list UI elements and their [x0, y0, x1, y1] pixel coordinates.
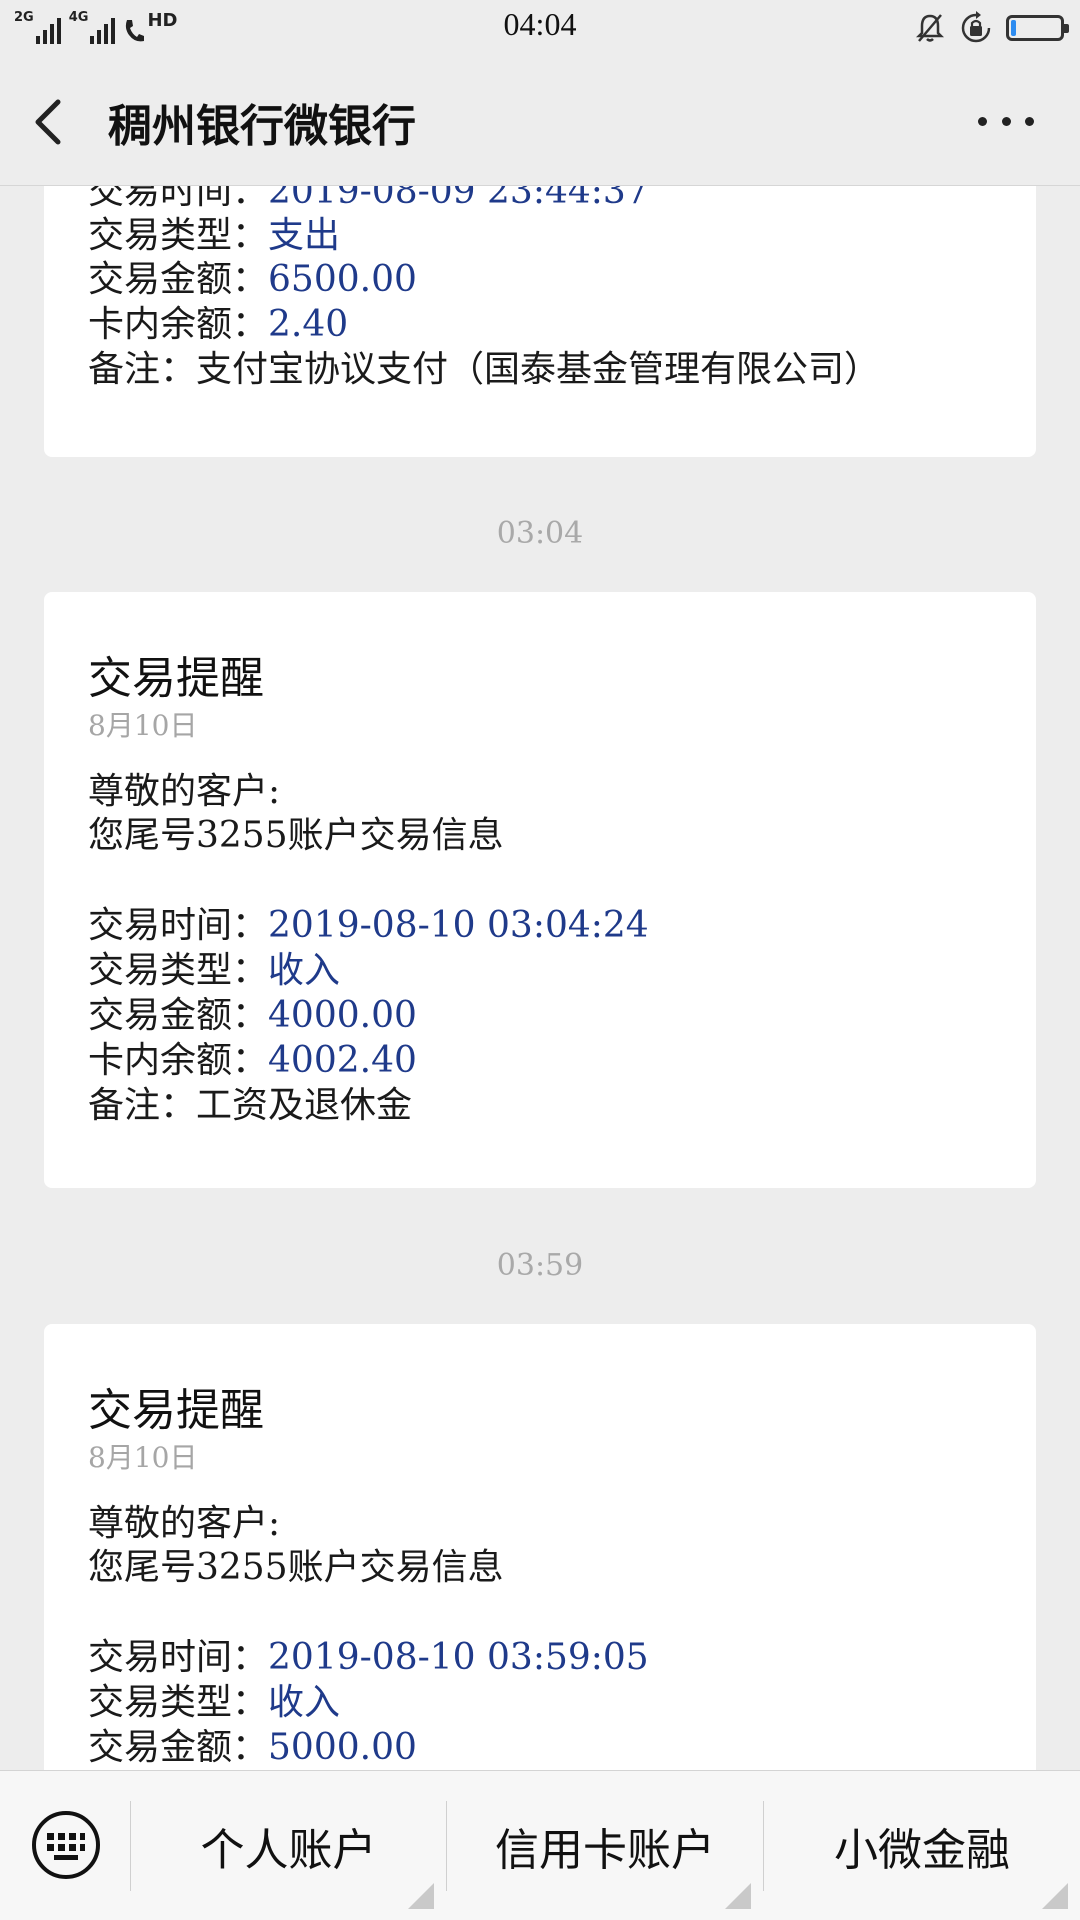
balance-row: 卡内余额：2.40 [88, 303, 348, 347]
card-title: 交易提醒 [88, 653, 264, 704]
card-title: 交易提醒 [88, 1385, 264, 1436]
transaction-time-value: 2019-08-10 03:59:05 [268, 1637, 649, 1678]
transaction-type-value: 支出 [268, 215, 341, 256]
more-dots-icon[interactable] [978, 110, 1034, 132]
note-row: 备注：工资及退休金 [88, 1085, 413, 1126]
menu-micro-finance[interactable]: 小微金融 [764, 1771, 1080, 1920]
transaction-amount-value: 4000.00 [268, 995, 417, 1036]
label: 交易类型： [88, 950, 269, 991]
bottom-menu: 个人账户 信用卡账户 小微金融 [0, 1770, 1080, 1920]
transaction-amount-value: 5000.00 [268, 1727, 417, 1768]
transaction-time-value: 2019-08-10 03:04:24 [268, 905, 649, 946]
transaction-type-row: 交易类型：收入 [88, 949, 340, 993]
transaction-card[interactable]: 交易提醒 8月10日 尊敬的客户: 您尾号3255账户交易信息 交易时间：201… [44, 1324, 1036, 1770]
intro: 您尾号3255账户交易信息 [88, 815, 504, 856]
transaction-type-value: 收入 [268, 1682, 341, 1723]
menu-label: 个人账户 [200, 1825, 377, 1876]
transaction-type-value: 收入 [268, 950, 341, 991]
card-date: 8月10日 [88, 1441, 198, 1474]
transaction-amount-row: 交易金额：6500.00 [88, 258, 417, 302]
menu-label: 信用卡账户 [495, 1825, 715, 1876]
transaction-amount-row: 交易金额：5000.00 [88, 1726, 417, 1770]
balance-row: 卡内余额：4002.40 [88, 1039, 417, 1083]
transaction-type-row: 交易类型：支出 [88, 214, 340, 258]
transaction-time-row: 交易时间：2019-08-09 23:44:37 [88, 186, 649, 214]
rotation-lock-icon [961, 11, 991, 43]
menu-personal-account[interactable]: 个人账户 [131, 1771, 446, 1920]
transaction-time-value: 2019-08-09 23:44:37 [268, 186, 649, 212]
chevron-left-icon[interactable] [28, 94, 76, 150]
status-bar: 2G 4G HD 04:04 [0, 0, 1080, 54]
transaction-card: 交易时间：2019-08-09 23:44:37 交易类型：支出 交易金额：65… [44, 186, 1036, 457]
transaction-time-row: 交易时间：2019-08-10 03:04:24 [88, 904, 649, 948]
intro: 您尾号3255账户交易信息 [88, 1547, 504, 1588]
app-screen: 2G 4G HD 04:04 稠州银行微银行 交易时间：2019-08-09 2… [0, 0, 1080, 1920]
submenu-indicator-icon [1042, 1883, 1068, 1909]
submenu-indicator-icon [408, 1883, 434, 1909]
submenu-indicator-icon [725, 1883, 751, 1909]
card-date: 8月10日 [88, 709, 198, 742]
transaction-amount-value: 6500.00 [268, 259, 417, 300]
greeting: 尊敬的客户: [88, 1503, 281, 1544]
transaction-type-row: 交易类型：收入 [88, 1681, 340, 1725]
message-timestamp: 03:59 [496, 1248, 584, 1283]
battery-level-fill [1011, 20, 1016, 36]
menu-credit-card-account[interactable]: 信用卡账户 [447, 1771, 763, 1920]
label: 交易时间： [88, 186, 269, 212]
bell-off-icon [915, 14, 945, 42]
label: 卡内余额： [88, 304, 269, 345]
note-row: 备注：支付宝协议支付（国泰基金管理有限公司） [88, 349, 881, 390]
message-timestamp: 03:04 [496, 516, 584, 551]
balance-value: 2.40 [268, 304, 349, 345]
label: 交易类型： [88, 1682, 269, 1723]
battery-icon [1006, 15, 1069, 41]
balance-value: 4002.40 [268, 1040, 417, 1081]
label: 交易时间： [88, 905, 269, 946]
label: 交易类型： [88, 215, 269, 256]
status-icons [914, 10, 1069, 46]
label: 卡内余额： [88, 1040, 269, 1081]
transaction-card[interactable]: 交易提醒 8月10日 尊敬的客户: 您尾号3255账户交易信息 交易时间：201… [44, 592, 1036, 1188]
label: 交易时间： [88, 1637, 269, 1678]
header: 稠州银行微银行 [0, 54, 1080, 186]
page-title: 稠州银行微银行 [108, 101, 416, 152]
label: 交易金额： [88, 259, 269, 300]
keyboard-icon[interactable] [30, 1809, 102, 1881]
transaction-amount-row: 交易金额：4000.00 [88, 994, 417, 1038]
message-list[interactable]: 交易时间：2019-08-09 23:44:37 交易类型：支出 交易金额：65… [0, 186, 1080, 1770]
transaction-time-row: 交易时间：2019-08-10 03:59:05 [88, 1636, 649, 1680]
label: 交易金额： [88, 995, 269, 1036]
greeting: 尊敬的客户: [88, 771, 281, 812]
menu-label: 小微金融 [834, 1825, 1010, 1876]
label: 交易金额： [88, 1727, 269, 1768]
